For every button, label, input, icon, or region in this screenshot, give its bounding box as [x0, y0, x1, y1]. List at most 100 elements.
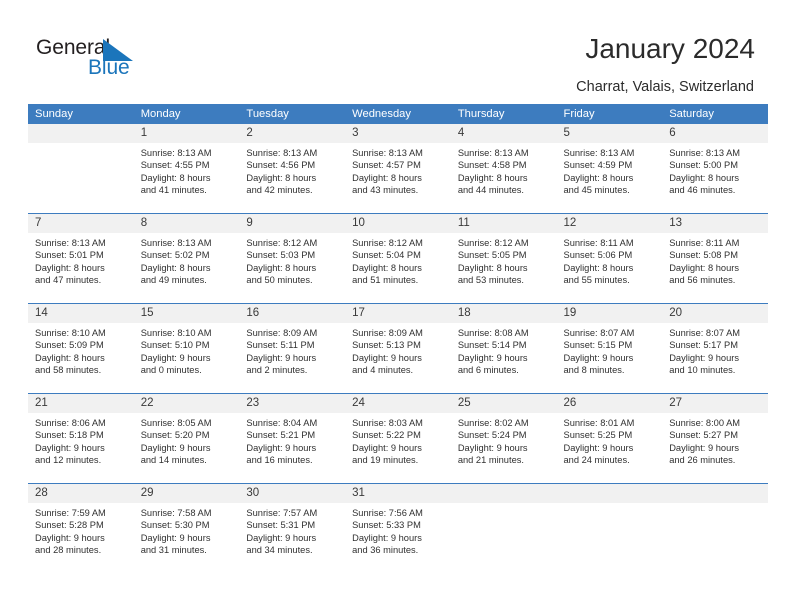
day-daylight-2-text: and 14 minutes. [140, 455, 207, 466]
calendar-day-cell[interactable]: 2 Sunrise: 8:13 AM Sunset: 4:56 PM Daylight… [239, 124, 346, 213]
day-sunrise-text: Sunrise: 7:56 AM [352, 508, 423, 518]
day-daylight-2-text: and 21 minutes. [457, 455, 524, 466]
calendar-day-cell[interactable]: 30 Sunrise: 7:57 AM Sunset: 5:31 PM Dayligh… [239, 484, 346, 574]
day-sun-info: Sunrise: 7:58 AM Sunset: 5:30 PM Daylight:… [134, 503, 240, 557]
day-number: 15 [133, 304, 240, 323]
calendar-day-cell[interactable]: 23 Sunrise: 8:04 AM Sunset: 5:21 PM Dayligh… [239, 394, 346, 483]
day-sunset-text: Sunset: 5:14 PM [457, 340, 527, 351]
day-sunset-text: Sunset: 5:27 PM [669, 430, 738, 441]
calendar-day-cell[interactable]: 5 Sunrise: 8:13 AM Sunset: 4:59 PM Daylight… [556, 124, 663, 213]
day-number [450, 484, 557, 503]
calendar-day-cell[interactable]: 11 Sunrise: 8:12 AM Sunset: 5:05 PM Dayligh… [450, 214, 557, 303]
day-sunset-text: Sunset: 5:09 PM [35, 340, 104, 351]
day-sunrise-text: Sunrise: 8:10 AM [140, 328, 212, 338]
calendar-day-cell[interactable]: 10 Sunrise: 8:12 AM Sunset: 5:04 PM Dayligh… [345, 214, 451, 303]
day-sun-info: Sunrise: 8:12 AM Sunset: 5:05 PM Daylight:… [451, 233, 557, 287]
calendar-day-cell[interactable]: 16 Sunrise: 8:09 AM Sunset: 5:11 PM Dayligh… [239, 304, 346, 393]
calendar-day-cell[interactable]: 31 Sunrise: 7:56 AM Sunset: 5:33 PM Dayligh… [345, 484, 451, 574]
day-number: 14 [28, 304, 134, 323]
calendar-day-cell[interactable]: 1 Sunrise: 8:13 AM Sunset: 4:55 PM Daylight… [133, 124, 240, 213]
day-sunrise-text: Sunrise: 8:03 AM [352, 418, 423, 428]
calendar-day-cell[interactable]: 21 Sunrise: 8:06 AM Sunset: 5:18 PM Dayligh… [28, 394, 134, 483]
calendar-week-row: 14 Sunrise: 8:10 AM Sunset: 5:09 PM Dayligh… [28, 303, 768, 393]
day-sunrise-text: Sunrise: 7:58 AM [140, 508, 212, 518]
day-daylight-2-text: and 4 minutes. [352, 365, 414, 376]
day-daylight-1-text: Daylight: 9 hours [457, 352, 528, 363]
day-daylight-1-text: Daylight: 9 hours [669, 352, 739, 363]
day-sun-info: Sunrise: 8:13 AM Sunset: 5:01 PM Daylight:… [28, 233, 134, 287]
day-sunrise-text: Sunrise: 8:12 AM [246, 238, 318, 248]
calendar-week-row: 1 Sunrise: 8:13 AM Sunset: 4:55 PM Daylight… [28, 124, 768, 213]
calendar-day-cell[interactable]: 4 Sunrise: 8:13 AM Sunset: 4:58 PM Daylight… [450, 124, 557, 213]
day-sunset-text: Sunset: 5:11 PM [246, 340, 315, 351]
calendar-day-cell[interactable]: 29 Sunrise: 7:58 AM Sunset: 5:30 PM Dayligh… [133, 484, 240, 574]
weekday-header-wednesday: Wednesday [352, 108, 411, 120]
calendar-day-cell[interactable]: 12 Sunrise: 8:11 AM Sunset: 5:06 PM Dayligh… [556, 214, 663, 303]
calendar-grid: Sunday Monday Tuesday Wednesday Thursday… [28, 104, 768, 574]
calendar-day-cell[interactable]: 25 Sunrise: 8:02 AM Sunset: 5:24 PM Dayligh… [450, 394, 557, 483]
day-number: 1 [133, 124, 240, 143]
day-sunset-text: Sunset: 5:21 PM [246, 430, 316, 441]
day-daylight-1-text: Daylight: 9 hours [35, 532, 105, 543]
day-sunrise-text: Sunrise: 8:13 AM [140, 148, 212, 158]
day-sun-info: Sunrise: 8:09 AM Sunset: 5:11 PM Daylight:… [239, 323, 345, 377]
calendar-day-cell[interactable]: 15 Sunrise: 8:10 AM Sunset: 5:10 PM Dayligh… [133, 304, 240, 393]
calendar-day-cell-empty [450, 484, 557, 574]
day-number: 5 [556, 124, 663, 143]
day-sunset-text: Sunset: 5:18 PM [35, 430, 104, 441]
day-sunset-text: Sunset: 5:10 PM [140, 340, 210, 351]
calendar-day-cell[interactable]: 27 Sunrise: 8:00 AM Sunset: 5:27 PM Dayligh… [662, 394, 768, 483]
calendar-day-cell[interactable]: 19 Sunrise: 8:07 AM Sunset: 5:15 PM Dayligh… [556, 304, 663, 393]
day-number: 19 [556, 304, 663, 323]
calendar-day-cell[interactable]: 9 Sunrise: 8:12 AM Sunset: 5:03 PM Daylight… [239, 214, 346, 303]
day-sunset-text: Sunset: 5:15 PM [563, 340, 633, 351]
day-number: 29 [133, 484, 240, 503]
day-sunrise-text: Sunrise: 8:07 AM [669, 328, 741, 338]
day-number [662, 484, 768, 503]
calendar-day-cell[interactable]: 18 Sunrise: 8:08 AM Sunset: 5:14 PM Dayligh… [450, 304, 557, 393]
day-daylight-1-text: Daylight: 9 hours [563, 352, 634, 363]
day-sun-info: Sunrise: 8:04 AM Sunset: 5:21 PM Daylight:… [239, 413, 345, 467]
calendar-day-cell[interactable]: 28 Sunrise: 7:59 AM Sunset: 5:28 PM Dayligh… [28, 484, 134, 574]
day-daylight-1-text: Daylight: 8 hours [669, 262, 739, 273]
day-number: 21 [28, 394, 134, 413]
day-sun-info: Sunrise: 8:13 AM Sunset: 4:57 PM Daylight:… [345, 143, 451, 197]
calendar-day-cell[interactable]: 24 Sunrise: 8:03 AM Sunset: 5:22 PM Dayligh… [345, 394, 451, 483]
day-sunrise-text: Sunrise: 8:13 AM [457, 148, 529, 158]
day-sunset-text: Sunset: 5:00 PM [669, 160, 738, 171]
calendar-day-cell[interactable]: 13 Sunrise: 8:11 AM Sunset: 5:08 PM Dayligh… [662, 214, 768, 303]
calendar-day-cell[interactable]: 22 Sunrise: 8:05 AM Sunset: 5:20 PM Dayligh… [133, 394, 240, 483]
calendar-day-cell[interactable]: 6 Sunrise: 8:13 AM Sunset: 5:00 PM Daylight… [662, 124, 768, 213]
day-sun-info: Sunrise: 8:10 AM Sunset: 5:10 PM Daylight:… [134, 323, 240, 377]
calendar-day-cell[interactable]: 8 Sunrise: 8:13 AM Sunset: 5:02 PM Daylight… [133, 214, 240, 303]
day-daylight-1-text: Daylight: 8 hours [246, 172, 317, 183]
day-daylight-2-text: and 26 minutes. [669, 455, 736, 466]
day-daylight-1-text: Daylight: 9 hours [669, 442, 739, 453]
calendar-day-cell[interactable]: 7 Sunrise: 8:13 AM Sunset: 5:01 PM Daylight… [28, 214, 134, 303]
day-daylight-1-text: Daylight: 9 hours [352, 442, 422, 453]
day-number [556, 484, 663, 503]
day-sun-info: Sunrise: 8:07 AM Sunset: 5:17 PM Daylight:… [662, 323, 768, 377]
calendar-day-cell[interactable]: 14 Sunrise: 8:10 AM Sunset: 5:09 PM Dayligh… [28, 304, 134, 393]
logo-text-blue: Blue [88, 56, 130, 79]
calendar-day-cell[interactable]: 17 Sunrise: 8:09 AM Sunset: 5:13 PM Dayligh… [345, 304, 451, 393]
day-daylight-2-text: and 34 minutes. [246, 545, 313, 556]
calendar-day-cell[interactable]: 20 Sunrise: 8:07 AM Sunset: 5:17 PM Dayligh… [662, 304, 768, 393]
day-daylight-1-text: Daylight: 9 hours [246, 532, 317, 543]
day-number: 27 [662, 394, 768, 413]
page-header: General Blue January 2024 Charrat, Valai… [0, 0, 792, 100]
day-daylight-1-text: Daylight: 9 hours [35, 442, 105, 453]
day-daylight-1-text: Daylight: 9 hours [140, 352, 211, 363]
calendar-day-cell[interactable]: 26 Sunrise: 8:01 AM Sunset: 5:25 PM Dayligh… [556, 394, 663, 483]
day-sunset-text: Sunset: 5:17 PM [669, 340, 738, 351]
day-daylight-2-text: and 55 minutes. [563, 275, 630, 286]
day-sunset-text: Sunset: 5:04 PM [352, 250, 421, 261]
day-sun-info: Sunrise: 7:56 AM Sunset: 5:33 PM Daylight:… [345, 503, 451, 557]
day-daylight-2-text: and 58 minutes. [35, 365, 102, 376]
day-number: 3 [345, 124, 451, 143]
day-daylight-1-text: Daylight: 9 hours [246, 442, 317, 453]
calendar-day-cell-empty [662, 484, 768, 574]
day-sun-info: Sunrise: 8:01 AM Sunset: 5:25 PM Daylight:… [557, 413, 663, 467]
day-number: 16 [239, 304, 346, 323]
calendar-day-cell[interactable]: 3 Sunrise: 8:13 AM Sunset: 4:57 PM Daylight… [345, 124, 451, 213]
